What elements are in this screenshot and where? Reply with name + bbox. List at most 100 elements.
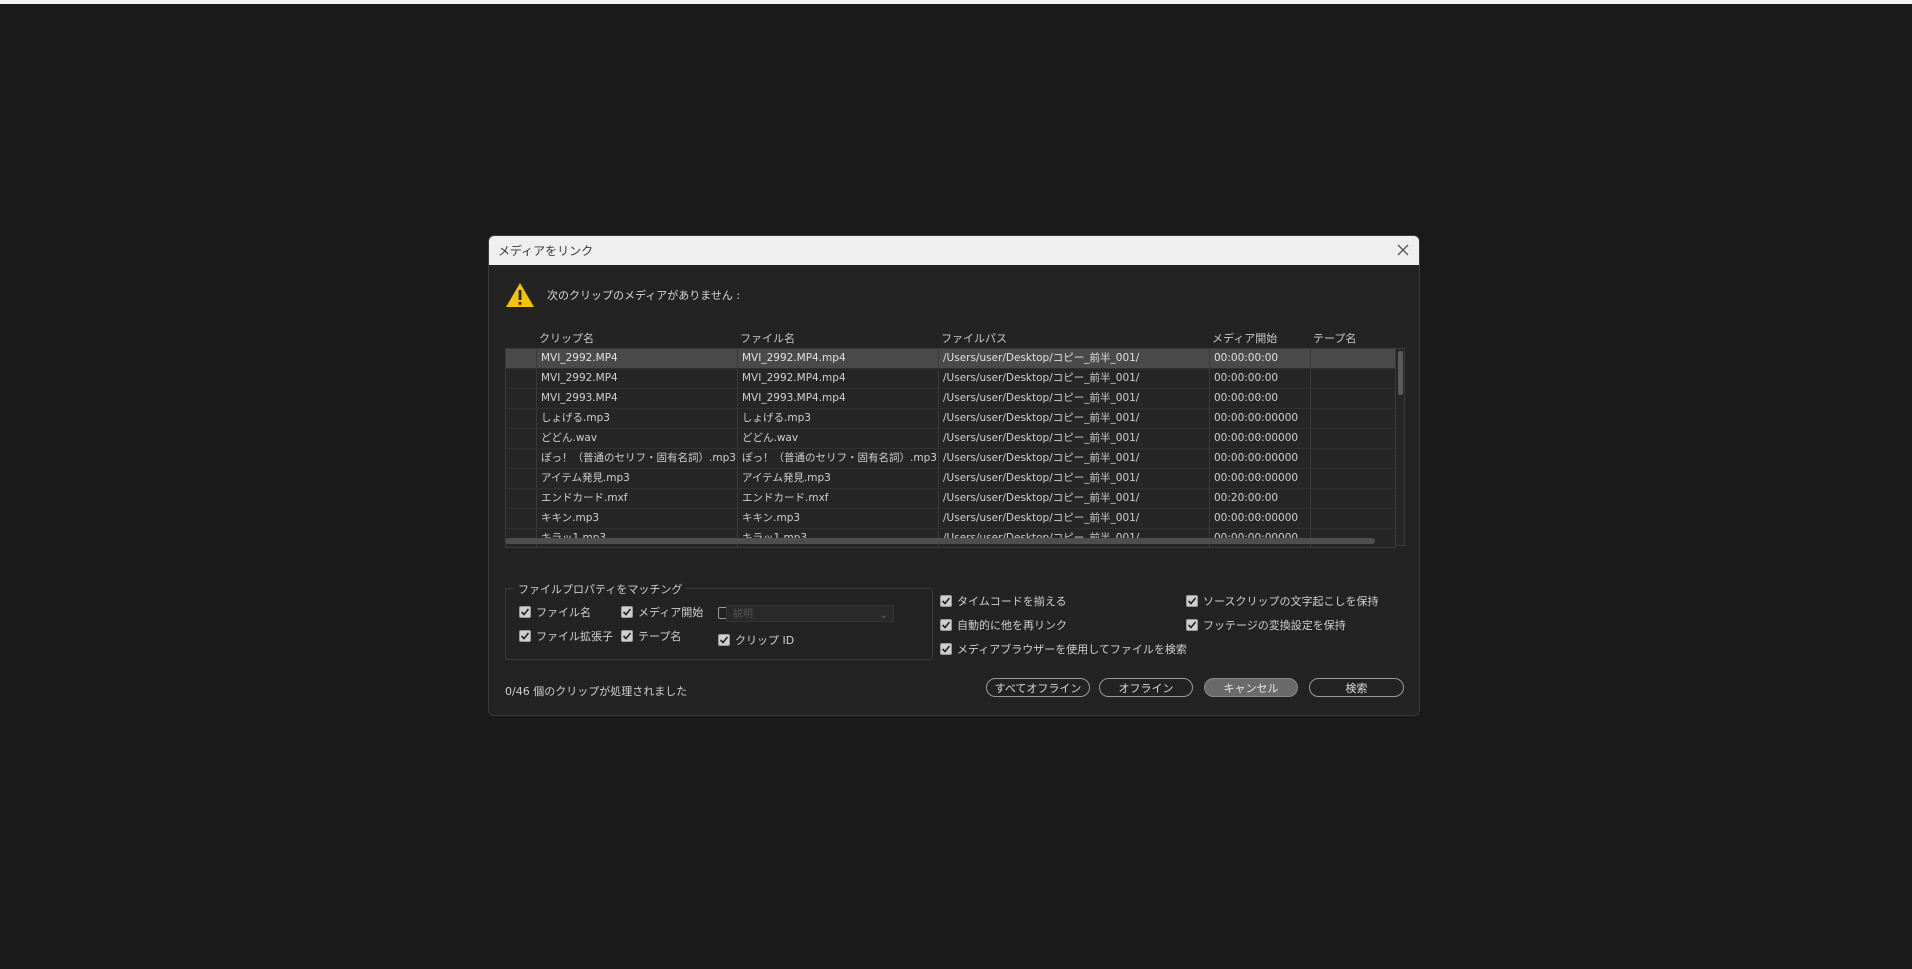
- search-button[interactable]: 検索: [1309, 678, 1404, 697]
- match-clip-id-checkbox[interactable]: クリップ ID: [718, 632, 794, 648]
- match-properties-group: ファイルプロパティをマッチング ファイル名 メディア開始 説明 ⌄ ファイル拡張…: [505, 581, 933, 660]
- warning-row: 次のクリップのメディアがありません :: [505, 281, 740, 309]
- row-gutter-cell: [506, 509, 536, 528]
- cancel-button[interactable]: キャンセル: [1204, 678, 1298, 697]
- media-start-cell: 00:00:00:00000: [1209, 509, 1310, 528]
- media-start-cell: 00:00:00:00: [1209, 369, 1310, 388]
- clip-name-cell: MVI_2992.MP4: [536, 369, 737, 388]
- file-path-cell: /Users/user/Desktop/コピー_前半_001/: [938, 489, 1209, 508]
- checkbox-checked-icon: [718, 634, 730, 646]
- clip-name-cell: MVI_2993.MP4: [536, 389, 737, 408]
- tape-name-cell: [1310, 449, 1396, 468]
- table-body: MVI_2992.MP4 MVI_2992.MP4.mp4/Users/user/…: [505, 348, 1396, 548]
- column-header-clip-name[interactable]: クリップ名: [539, 330, 594, 346]
- match-extension-checkbox[interactable]: ファイル拡張子: [519, 628, 613, 644]
- horizontal-scrollbar[interactable]: [505, 538, 1375, 544]
- checkbox-checked-icon: [519, 606, 531, 618]
- table-row[interactable]: MVI_2993.MP4 MVI_2993.MP4.mp4/Users/user/…: [506, 389, 1396, 409]
- match-media-start-label: メディア開始: [638, 606, 704, 619]
- tape-name-cell: [1310, 409, 1396, 428]
- table-row[interactable]: MVI_2992.MP4 MVI_2992.MP4.mp4/Users/user/…: [506, 369, 1396, 389]
- row-gutter-cell: [506, 409, 536, 428]
- file-path-cell: /Users/user/Desktop/コピー_前半_001/: [938, 389, 1209, 408]
- file-path-cell: /Users/user/Desktop/コピー_前半_001/: [938, 449, 1209, 468]
- tape-name-cell: [1310, 389, 1396, 408]
- file-path-cell: /Users/user/Desktop/コピー_前半_001/: [938, 469, 1209, 488]
- table-row[interactable]: エンドカード.mxf エンドカード.mxf/Users/user/Desktop/…: [506, 489, 1396, 509]
- column-header-file-name[interactable]: ファイル名: [740, 330, 795, 346]
- table-row[interactable]: どどん.wav どどん.wav/Users/user/Desktop/コピー_前半…: [506, 429, 1396, 449]
- column-header-tape-name[interactable]: テープ名: [1313, 330, 1356, 346]
- column-header-file-path[interactable]: ファイルパス: [941, 330, 1007, 346]
- file-name-cell: どどん.wav: [737, 429, 938, 448]
- row-gutter-cell: [506, 469, 536, 488]
- checkbox-checked-icon: [621, 630, 633, 642]
- file-name-cell: アイテム発見.mp3: [737, 469, 938, 488]
- match-filename-checkbox[interactable]: ファイル名: [519, 604, 591, 620]
- media-start-cell: 00:00:00:00: [1209, 389, 1310, 408]
- align-timecode-checkbox[interactable]: タイムコードを揃える: [940, 593, 1066, 609]
- top-border-line: [0, 0, 1912, 4]
- clip-name-cell: キキン.mp3: [536, 509, 737, 528]
- tape-name-cell: [1310, 509, 1396, 528]
- checkbox-checked-icon: [940, 643, 952, 655]
- vertical-scroll-thumb[interactable]: [1398, 351, 1403, 395]
- link-media-dialog: メディアをリンク 次のクリップのメディアがありません : クリップ名 ファイル名…: [488, 235, 1420, 716]
- use-media-browser-checkbox[interactable]: メディアブラウザーを使用してファイルを検索: [940, 641, 1187, 657]
- file-name-cell: MVI_2993.MP4.mp4: [737, 389, 938, 408]
- close-icon[interactable]: [1395, 242, 1411, 258]
- offline-button[interactable]: オフライン: [1099, 678, 1193, 697]
- file-path-cell: /Users/user/Desktop/コピー_前半_001/: [938, 409, 1209, 428]
- table-row[interactable]: キキン.mp3 キキン.mp3/Users/user/Desktop/コピー_前半…: [506, 509, 1396, 529]
- preserve-transcript-checkbox[interactable]: ソースクリップの文字起こしを保持: [1186, 593, 1378, 609]
- table-row[interactable]: アイテム発見.mp3 アイテム発見.mp3/Users/user/Desktop/…: [506, 469, 1396, 489]
- chevron-down-icon: ⌄: [879, 610, 888, 621]
- file-name-cell: エンドカード.mxf: [737, 489, 938, 508]
- media-start-cell: 00:00:00:00: [1209, 349, 1310, 368]
- preserve-transcript-label: ソースクリップの文字起こしを保持: [1203, 595, 1379, 608]
- relink-others-label: 自動的に他を再リンク: [957, 619, 1067, 632]
- row-gutter-cell: [506, 389, 536, 408]
- file-path-cell: /Users/user/Desktop/コピー_前半_001/: [938, 509, 1209, 528]
- match-media-start-checkbox[interactable]: メディア開始: [621, 604, 703, 620]
- match-extension-label: ファイル拡張子: [536, 630, 613, 643]
- checkbox-checked-icon: [621, 606, 633, 618]
- media-start-cell: 00:00:00:00000: [1209, 409, 1310, 428]
- checkbox-checked-icon: [1186, 595, 1198, 607]
- media-start-cell: 00:00:00:00000: [1209, 429, 1310, 448]
- file-name-cell: キキン.mp3: [737, 509, 938, 528]
- warning-icon: [506, 283, 534, 307]
- file-path-cell: /Users/user/Desktop/コピー_前半_001/: [938, 369, 1209, 388]
- description-dropdown: 説明 ⌄: [726, 605, 894, 622]
- column-header-media-start[interactable]: メディア開始: [1212, 330, 1277, 346]
- clip-name-cell: ぽっ！（普通のセリフ・固有名詞）.mp3: [536, 449, 737, 468]
- table-row[interactable]: MVI_2992.MP4 MVI_2992.MP4.mp4/Users/user/…: [506, 349, 1396, 369]
- clip-name-cell: アイテム発見.mp3: [536, 469, 737, 488]
- tape-name-cell: [1310, 489, 1396, 508]
- clip-name-cell: どどん.wav: [536, 429, 737, 448]
- preserve-interpret-checkbox[interactable]: フッテージの変換設定を保持: [1186, 617, 1346, 633]
- file-name-cell: しょげる.mp3: [737, 409, 938, 428]
- media-start-cell: 00:00:00:00000: [1209, 449, 1310, 468]
- row-gutter-cell: [506, 369, 536, 388]
- vertical-scrollbar[interactable]: [1395, 348, 1405, 546]
- checkbox-checked-icon: [1186, 619, 1198, 631]
- match-tape-name-checkbox[interactable]: テープ名: [621, 628, 681, 644]
- description-dropdown-value: 説明: [733, 609, 753, 620]
- row-gutter-cell: [506, 349, 536, 368]
- file-path-cell: /Users/user/Desktop/コピー_前半_001/: [938, 429, 1209, 448]
- file-name-cell: MVI_2992.MP4.mp4: [737, 349, 938, 368]
- table-row[interactable]: しょげる.mp3 しょげる.mp3/Users/user/Desktop/コピー_…: [506, 409, 1396, 429]
- media-start-cell: 00:20:00:00: [1209, 489, 1310, 508]
- table-row[interactable]: ぽっ！（普通のセリフ・固有名詞）.mp3 ぽっ！（普通のセリフ・固有名詞）.mp3…: [506, 449, 1396, 469]
- checkbox-checked-icon: [519, 630, 531, 642]
- file-name-cell: ぽっ！（普通のセリフ・固有名詞）.mp3.wav: [737, 449, 938, 468]
- clip-name-cell: しょげる.mp3: [536, 409, 737, 428]
- tape-name-cell: [1310, 369, 1396, 388]
- table-header: クリップ名 ファイル名 ファイルパス メディア開始 テープ名: [505, 328, 1395, 346]
- relink-others-checkbox[interactable]: 自動的に他を再リンク: [940, 617, 1067, 633]
- missing-media-message: 次のクリップのメディアがありません :: [547, 289, 741, 302]
- dialog-title: メディアをリンク: [498, 244, 594, 258]
- match-tape-name-label: テープ名: [638, 630, 682, 643]
- offline-all-button[interactable]: すべてオフライン: [986, 678, 1090, 697]
